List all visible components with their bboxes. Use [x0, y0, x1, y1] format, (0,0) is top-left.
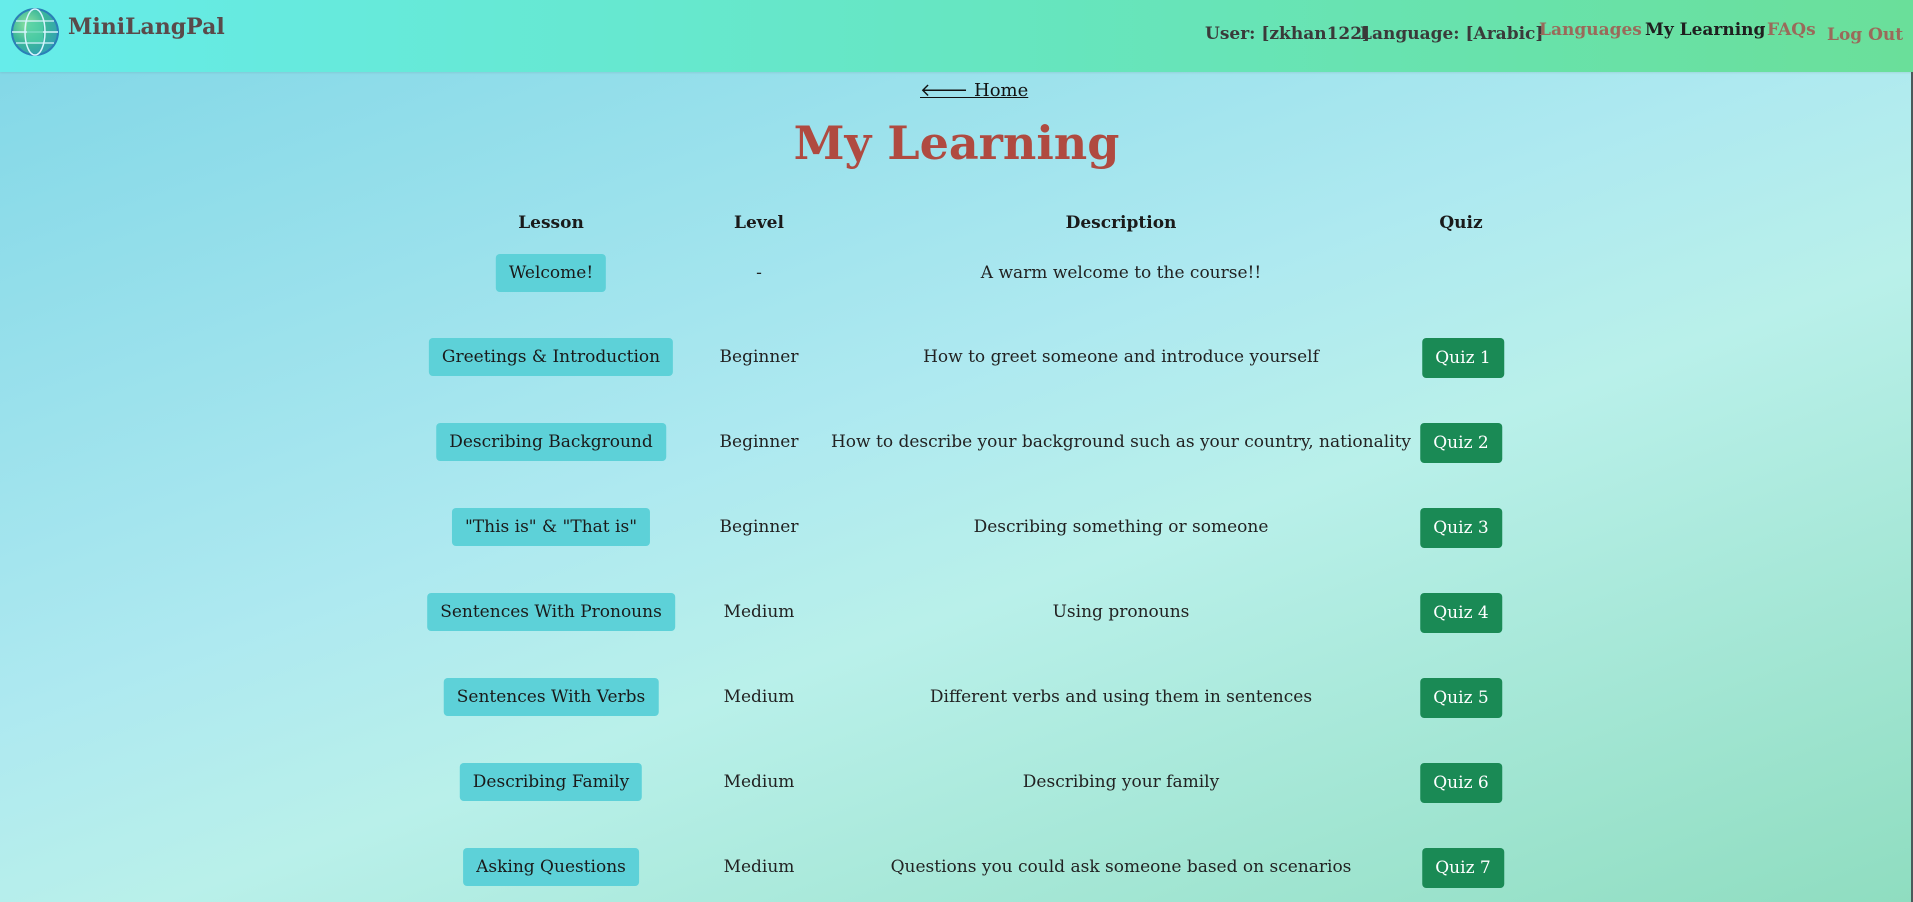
lesson-button-family[interactable]: Describing Family — [459, 763, 643, 801]
quiz-3-button[interactable]: Quiz 3 — [1420, 508, 1502, 548]
current-language: Language: [Arabic] — [1360, 24, 1544, 44]
column-header-description: Description — [1065, 213, 1177, 233]
lesson-description: A warm welcome to the course!! — [980, 263, 1262, 283]
nav-faqs[interactable]: FAQs — [1767, 20, 1816, 40]
lesson-level: Beginner — [719, 432, 799, 452]
globe-logo-icon[interactable] — [11, 8, 59, 56]
current-user: User: [zkhan122] — [1205, 24, 1371, 44]
lesson-button-verbs[interactable]: Sentences With Verbs — [443, 678, 659, 716]
column-header-quiz: Quiz — [1439, 213, 1483, 233]
lesson-level: Medium — [723, 772, 795, 792]
table-row: Describing Family Medium Describing your… — [0, 763, 1913, 803]
table-row: Welcome! - A warm welcome to the course!… — [0, 254, 1913, 294]
brand-name[interactable]: MiniLangPal — [68, 14, 225, 40]
lesson-button-background[interactable]: Describing Background — [436, 423, 666, 461]
lesson-description: Different verbs and using them in senten… — [929, 687, 1313, 707]
lesson-description: Describing something or someone — [973, 517, 1269, 537]
column-header-level: Level — [734, 213, 784, 233]
lesson-level: - — [756, 263, 762, 283]
table-row: Asking Questions Medium Questions you co… — [0, 848, 1913, 888]
lesson-level: Medium — [723, 602, 795, 622]
nav-log-out[interactable]: Log Out — [1827, 25, 1903, 45]
lesson-button-greetings[interactable]: Greetings & Introduction — [428, 338, 674, 376]
lesson-level: Beginner — [719, 517, 799, 537]
nav-my-learning[interactable]: My Learning — [1645, 20, 1765, 40]
page-title: My Learning — [793, 116, 1120, 170]
lesson-button-this-that[interactable]: "This is" & "That is" — [451, 508, 651, 546]
column-header-lesson: Lesson — [518, 213, 584, 233]
table-row: Describing Background Beginner How to de… — [0, 423, 1913, 463]
lesson-description: How to describe your background such as … — [830, 432, 1412, 452]
lesson-button-questions[interactable]: Asking Questions — [463, 848, 639, 886]
lesson-description: Describing your family — [1022, 772, 1220, 792]
quiz-1-button[interactable]: Quiz 1 — [1422, 338, 1504, 378]
home-link[interactable]: 🡐 Home — [920, 80, 1028, 101]
lesson-description: Using pronouns — [1052, 602, 1190, 622]
lesson-button-pronouns[interactable]: Sentences With Pronouns — [427, 593, 675, 631]
table-row: Sentences With Pronouns Medium Using pro… — [0, 593, 1913, 633]
table-row: Greetings & Introduction Beginner How to… — [0, 338, 1913, 378]
top-navigation-bar: MiniLangPal User: [zkhan122] Language: [… — [0, 0, 1913, 72]
lesson-level: Medium — [723, 857, 795, 877]
lesson-description: How to greet someone and introduce yours… — [923, 347, 1319, 367]
quiz-2-button[interactable]: Quiz 2 — [1420, 423, 1502, 463]
lesson-level: Medium — [723, 687, 795, 707]
lesson-button-welcome[interactable]: Welcome! — [495, 254, 607, 292]
table-row: Sentences With Verbs Medium Different ve… — [0, 678, 1913, 718]
quiz-6-button[interactable]: Quiz 6 — [1420, 763, 1502, 803]
table-row: "This is" & "That is" Beginner Describin… — [0, 508, 1913, 548]
quiz-7-button[interactable]: Quiz 7 — [1422, 848, 1504, 888]
quiz-5-button[interactable]: Quiz 5 — [1420, 678, 1502, 718]
quiz-4-button[interactable]: Quiz 4 — [1420, 593, 1502, 633]
lesson-level: Beginner — [719, 347, 799, 367]
lesson-description: Questions you could ask someone based on… — [890, 857, 1352, 877]
nav-languages[interactable]: Languages — [1539, 20, 1642, 40]
